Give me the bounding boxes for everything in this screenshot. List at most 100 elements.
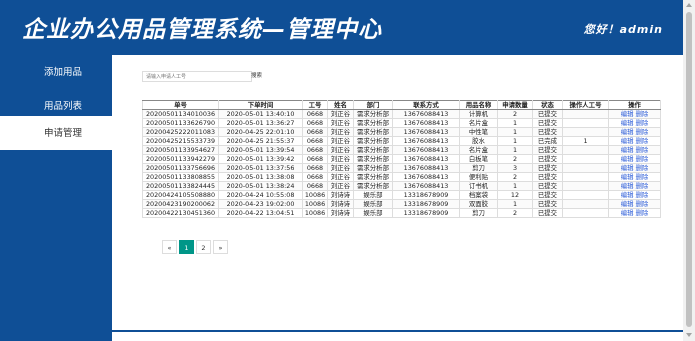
edit-link[interactable]: 编辑 bbox=[621, 156, 634, 163]
scroll-down-arrow-icon[interactable] bbox=[686, 333, 692, 337]
cell-actions: 编辑 删除 bbox=[608, 208, 661, 218]
edit-link[interactable]: 编辑 bbox=[621, 111, 634, 118]
table-row: 20200501133626790 2020-05-01 13:36:27 0668… bbox=[142, 118, 661, 128]
cell-employee-id: 0668 bbox=[302, 127, 328, 137]
cell-department: 娱乐部 bbox=[353, 208, 393, 218]
edit-link[interactable]: 编辑 bbox=[621, 129, 634, 136]
top-header: 企业办公用品管理系统—管理中心 您好！admin bbox=[0, 0, 683, 55]
cell-employee-name: 刘诗诗 bbox=[327, 208, 354, 218]
delete-link[interactable]: 删除 bbox=[636, 210, 649, 217]
cell-order-number: 20200501133824445 bbox=[142, 181, 219, 191]
edit-link[interactable]: 编辑 bbox=[621, 147, 634, 154]
cell-contact: 13318678909 bbox=[392, 199, 460, 209]
cell-status: 已提交 bbox=[532, 199, 563, 209]
cell-department: 需求分析部 bbox=[353, 181, 393, 191]
column-header: 操作人工号 bbox=[562, 100, 609, 110]
column-header: 部门 bbox=[353, 100, 393, 110]
edit-link[interactable]: 编辑 bbox=[621, 183, 634, 190]
user-greeting: 您好！admin bbox=[583, 23, 663, 36]
delete-link[interactable]: 删除 bbox=[636, 147, 649, 154]
edit-link[interactable]: 编辑 bbox=[621, 192, 634, 199]
cell-contact: 13676088413 bbox=[392, 172, 460, 182]
delete-link[interactable]: 删除 bbox=[636, 120, 649, 127]
cell-employee-id: 10086 bbox=[302, 199, 328, 209]
cell-operator-id bbox=[562, 109, 609, 119]
sidebar-item-label: 用品列表 bbox=[44, 101, 83, 112]
cell-department: 需求分析部 bbox=[353, 118, 393, 128]
cell-operator-id bbox=[562, 208, 609, 218]
cell-contact: 13676088413 bbox=[392, 109, 460, 119]
edit-link[interactable]: 编辑 bbox=[621, 201, 634, 208]
cell-operator-id: 1 bbox=[562, 136, 609, 146]
table-row: 20200501133824445 2020-05-01 13:38:24 0668… bbox=[142, 181, 661, 191]
cell-order-time: 2020-05-01 13:40:10 bbox=[218, 109, 303, 119]
search-button[interactable]: 搜索 bbox=[251, 71, 262, 81]
cell-contact: 13676088413 bbox=[392, 163, 460, 173]
scroll-up-arrow-icon[interactable] bbox=[686, 3, 692, 7]
cell-status: 已提交 bbox=[532, 181, 563, 191]
pagination-page-2[interactable]: 2 bbox=[196, 240, 211, 254]
search-input[interactable] bbox=[142, 71, 252, 82]
cell-department: 需求分析部 bbox=[353, 172, 393, 182]
cell-department: 需求分析部 bbox=[353, 127, 393, 137]
delete-link[interactable]: 删除 bbox=[636, 156, 649, 163]
cell-order-number: 20200425222011083 bbox=[142, 127, 219, 137]
cell-status: 已提交 bbox=[532, 208, 563, 218]
cell-status: 已提交 bbox=[532, 190, 563, 200]
table-row: 20200422130451360 2020-04-22 13:04:51 1008… bbox=[142, 208, 661, 218]
column-header: 申请数量 bbox=[497, 100, 533, 110]
delete-link[interactable]: 删除 bbox=[636, 138, 649, 145]
cell-quantity: 1 bbox=[497, 136, 533, 146]
column-header: 下单时间 bbox=[218, 100, 303, 110]
delete-link[interactable]: 删除 bbox=[636, 183, 649, 190]
table-row: 20200423190200062 2020-04-23 19:02:00 1008… bbox=[142, 199, 661, 209]
sidebar-item-application-management[interactable]: 申请管理 bbox=[0, 116, 112, 150]
cell-order-number: 20200501133954627 bbox=[142, 145, 219, 155]
column-header: 状态 bbox=[532, 100, 563, 110]
delete-link[interactable]: 删除 bbox=[636, 201, 649, 208]
edit-link[interactable]: 编辑 bbox=[621, 120, 634, 127]
delete-link[interactable]: 删除 bbox=[636, 192, 649, 199]
edit-link[interactable]: 编辑 bbox=[621, 174, 634, 181]
edit-link[interactable]: 编辑 bbox=[621, 138, 634, 145]
column-header: 姓名 bbox=[327, 100, 354, 110]
cell-order-number: 20200501133942279 bbox=[142, 154, 219, 164]
delete-link[interactable]: 删除 bbox=[636, 174, 649, 181]
cell-item-name: 胶水 bbox=[459, 136, 498, 146]
edit-link[interactable]: 编辑 bbox=[621, 210, 634, 217]
column-header: 单号 bbox=[142, 100, 219, 110]
cell-quantity: 12 bbox=[497, 190, 533, 200]
pagination-page-1[interactable]: 1 bbox=[179, 240, 194, 254]
cell-employee-name: 刘正谷 bbox=[327, 145, 354, 155]
cell-operator-id bbox=[562, 172, 609, 182]
cell-operator-id bbox=[562, 145, 609, 155]
cell-employee-id: 0668 bbox=[302, 109, 328, 119]
cell-actions: 编辑 删除 bbox=[608, 145, 661, 155]
cell-operator-id bbox=[562, 199, 609, 209]
scrollbar-thumb[interactable] bbox=[686, 12, 692, 327]
cell-item-name: 中性笔 bbox=[459, 127, 498, 137]
pagination-prev[interactable]: « bbox=[162, 240, 177, 254]
cell-order-time: 2020-05-01 13:37:56 bbox=[218, 163, 303, 173]
cell-employee-name: 刘正谷 bbox=[327, 109, 354, 119]
pagination-next[interactable]: » bbox=[213, 240, 228, 254]
cell-status: 已提交 bbox=[532, 127, 563, 137]
applications-table: 单号 下单时间 工号 姓名 部门 联系方式 用品名称 申请数量 状态 操作人工号 操作 202005… bbox=[142, 100, 661, 218]
delete-link[interactable]: 删除 bbox=[636, 129, 649, 136]
delete-link[interactable]: 删除 bbox=[636, 165, 649, 172]
delete-link[interactable]: 删除 bbox=[636, 111, 649, 118]
cell-employee-id: 0668 bbox=[302, 136, 328, 146]
cell-department: 需求分析部 bbox=[353, 109, 393, 119]
edit-link[interactable]: 编辑 bbox=[621, 165, 634, 172]
cell-order-time: 2020-05-01 13:39:54 bbox=[218, 145, 303, 155]
cell-operator-id bbox=[562, 163, 609, 173]
cell-quantity: 2 bbox=[497, 172, 533, 182]
vertical-scrollbar[interactable] bbox=[683, 0, 695, 341]
cell-operator-id bbox=[562, 190, 609, 200]
cell-status: 已提交 bbox=[532, 109, 563, 119]
cell-employee-id: 0668 bbox=[302, 118, 328, 128]
cell-order-number: 20200424105508880 bbox=[142, 190, 219, 200]
cell-employee-id: 0668 bbox=[302, 163, 328, 173]
cell-item-name: 计算机 bbox=[459, 109, 498, 119]
sidebar-item-add-supplies[interactable]: 添加用品 bbox=[0, 55, 112, 89]
